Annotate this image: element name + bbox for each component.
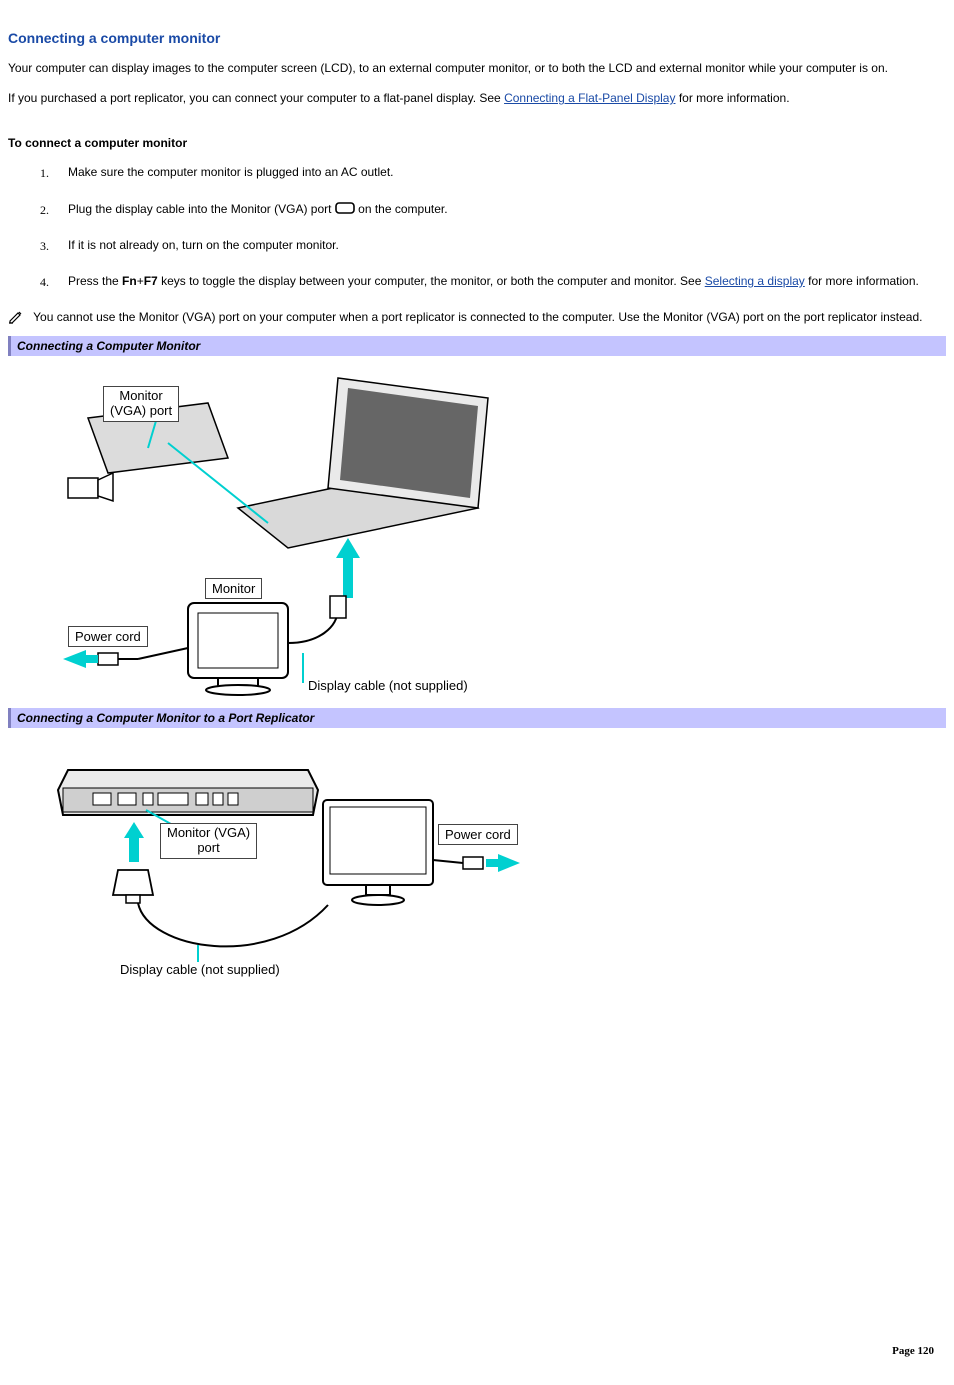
- section-heading: Connecting a computer monitor: [8, 30, 946, 46]
- intro-paragraph-1: Your computer can display images to the …: [8, 60, 946, 76]
- vga-port-icon: [335, 201, 355, 215]
- step-2: 2. Plug the display cable into the Monit…: [68, 201, 946, 217]
- fig1-power-label: Power cord: [68, 626, 148, 647]
- fig2-cable-label: Display cable (not supplied): [120, 962, 280, 977]
- step-num: 3.: [40, 238, 49, 254]
- step-text-pre: Plug the display cable into the Monitor …: [68, 202, 335, 216]
- intro-paragraph-2: If you purchased a port replicator, you …: [8, 90, 946, 106]
- figure1-caption: Connecting a Computer Monitor: [8, 336, 946, 356]
- link-flat-panel[interactable]: Connecting a Flat-Panel Display: [504, 91, 675, 105]
- fig1-monitor-label: Monitor: [205, 578, 262, 599]
- step-num: 1.: [40, 165, 49, 181]
- page-number: Page 120: [892, 1345, 934, 1357]
- step-3: 3. If it is not already on, turn on the …: [68, 237, 946, 253]
- fig2-vga-label: Monitor (VGA)port: [160, 823, 257, 859]
- figure2: Monitor (VGA)port Power cord Display cab…: [8, 730, 946, 990]
- step-text-pre: Press the: [68, 274, 122, 288]
- fig1-vga-label: Monitor(VGA) port: [103, 386, 179, 422]
- key-f7: F7: [144, 274, 158, 288]
- step-text-post: for more information.: [805, 274, 919, 288]
- figure1: Monitor(VGA) port Monitor Power cord Dis…: [8, 358, 946, 698]
- step-num: 2.: [40, 202, 49, 218]
- note-icon: [8, 310, 26, 328]
- port-replicator-illustration: [8, 730, 568, 990]
- note-paragraph: You cannot use the Monitor (VGA) port on…: [8, 309, 946, 328]
- link-selecting-display[interactable]: Selecting a display: [705, 274, 805, 288]
- fig2-power-label: Power cord: [438, 824, 518, 845]
- step-text-mid: keys to toggle the display between your …: [158, 274, 705, 288]
- figure2-caption: Connecting a Computer Monitor to a Port …: [8, 708, 946, 728]
- laptop-illustration: [8, 358, 568, 698]
- sub-heading: To connect a computer monitor: [8, 136, 946, 150]
- step-4: 4. Press the Fn+F7 keys to toggle the di…: [68, 273, 946, 289]
- note-text: You cannot use the Monitor (VGA) port on…: [33, 310, 922, 324]
- key-plus: +: [137, 274, 144, 288]
- step-text-post: on the computer.: [358, 202, 447, 216]
- fig1-cable-label: Display cable (not supplied): [308, 678, 468, 693]
- step-1: 1. Make sure the computer monitor is plu…: [68, 164, 946, 180]
- step-text: If it is not already on, turn on the com…: [68, 238, 339, 252]
- para2-post: for more information.: [675, 91, 789, 105]
- step-num: 4.: [40, 274, 49, 290]
- para2-pre: If you purchased a port replicator, you …: [8, 91, 504, 105]
- step-text: Make sure the computer monitor is plugge…: [68, 165, 394, 179]
- steps-list: 1. Make sure the computer monitor is plu…: [8, 164, 946, 289]
- key-fn: Fn: [122, 274, 137, 288]
